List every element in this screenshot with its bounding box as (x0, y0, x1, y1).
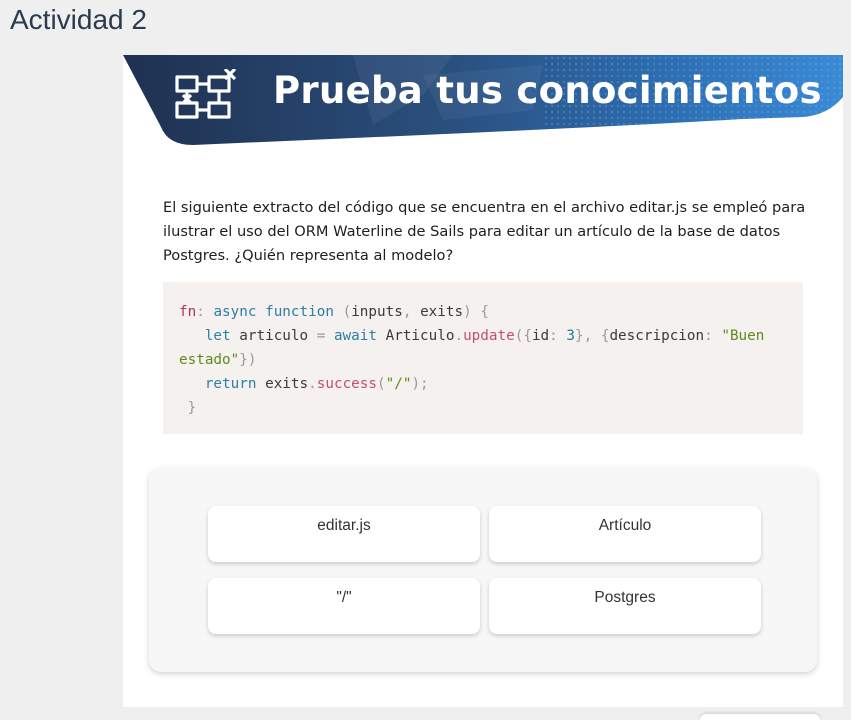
banner-title: Prueba tus conocimientos (273, 69, 822, 112)
option-button[interactable]: Artículo (489, 506, 761, 562)
question-text: El siguiente extracto del código que se … (163, 199, 806, 264)
options-panel: editar.js Artículo "/" Postgres (149, 468, 817, 672)
page-title: Actividad 2 (10, 4, 147, 35)
code-block: fn: async function (inputs, exits) { let… (163, 282, 803, 434)
option-button[interactable]: editar.js (208, 506, 480, 562)
option-button[interactable]: Postgres (489, 578, 761, 634)
option-button[interactable]: "/" (208, 578, 480, 634)
code-content: fn: async function (inputs, exits) { let… (179, 304, 765, 416)
activity-card: Prueba tus conocimientos El siguiente ex… (123, 55, 843, 707)
banner: Prueba tus conocimientos (123, 55, 843, 145)
bottom-tab-edge (700, 714, 820, 720)
